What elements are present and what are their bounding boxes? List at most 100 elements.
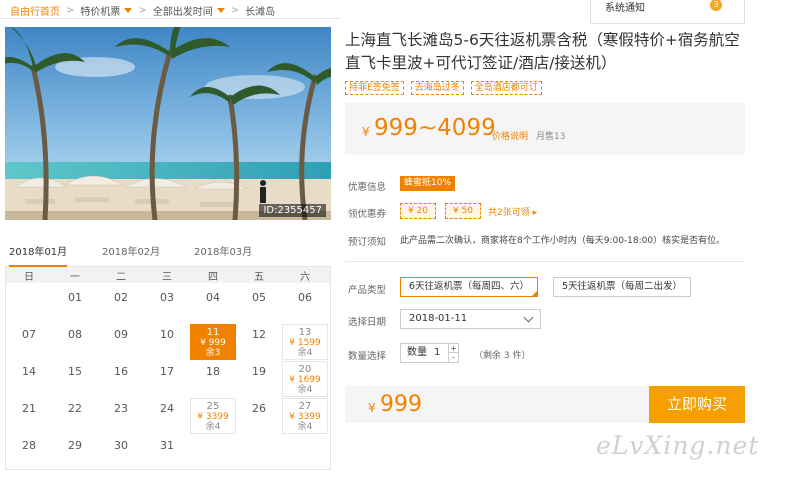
calendar-day-stock: 余4 xyxy=(297,422,313,432)
coupon-50[interactable]: ¥ 50 xyxy=(445,203,481,219)
tab-month-label: 2018年01月 xyxy=(9,247,68,258)
coupon-more-link[interactable]: 共2张可领 ▸ xyxy=(488,205,537,218)
calendar-day-available[interactable]: 13 ¥ 1599 余4 xyxy=(282,324,328,360)
calendar-day: 21 xyxy=(6,398,52,434)
breadcrumb-divider xyxy=(0,18,340,19)
calendar-day-number: 16 xyxy=(114,365,128,378)
price-explain-link[interactable]: 价格说明 xyxy=(492,129,528,142)
breadcrumb-departure-time[interactable]: 全部出发时间 xyxy=(153,3,225,18)
calendar-day: 06 xyxy=(282,287,328,323)
product-type-option-label: 6天往返机票（每周四、六） xyxy=(409,281,530,292)
breadcrumb-flight-deals[interactable]: 特价机票 xyxy=(80,3,133,18)
date-select[interactable]: 2018-01-11 xyxy=(400,309,541,329)
calendar-day: 09 xyxy=(98,324,144,360)
quantity-remaining: （剩余 3 件） xyxy=(474,351,531,361)
calendar-day-number: 26 xyxy=(252,402,266,415)
weekday-label: 一 xyxy=(70,272,80,283)
system-notification-popup[interactable]: 系统通知 3 xyxy=(590,0,745,24)
buy-now-button[interactable]: 立即购买 xyxy=(649,386,745,423)
breadcrumb-separator: > xyxy=(138,4,147,16)
calendar-day: 14 xyxy=(6,361,52,397)
calendar-day: 16 xyxy=(98,361,144,397)
calendar-day: 01 xyxy=(52,287,98,323)
quantity-stepper[interactable]: 数量 1 + - xyxy=(400,343,459,363)
calendar-day-number: 12 xyxy=(252,328,266,341)
calendar-day-number: 31 xyxy=(160,439,174,452)
calendar-day-available[interactable]: 11 ¥ 999 余3 xyxy=(190,324,236,360)
calendar-day-available[interactable]: 25 ¥ 3399 余4 xyxy=(190,398,236,434)
calendar-day: 03 xyxy=(144,287,190,323)
product-type-option-5day[interactable]: 5天往返机票（每周二出发） xyxy=(553,277,692,297)
calendar-day: 31 xyxy=(144,435,190,471)
calendar-day: 07 xyxy=(6,324,52,360)
weekday-label: 二 xyxy=(116,272,126,283)
product-title: 上海直飞长滩岛5-6天往返机票含税（寒假特价+宿务航空直飞卡里波+可代订签证/酒… xyxy=(345,31,740,72)
calendar-day: 19 xyxy=(236,361,282,397)
calendar-day-number: 21 xyxy=(22,402,36,415)
calendar-day: 02 xyxy=(98,287,144,323)
calendar-day-price: ¥ 999 xyxy=(200,338,226,348)
calendar-day-number: 28 xyxy=(22,439,36,452)
calendar-day-price: ¥ 1599 xyxy=(289,338,321,348)
calendar-day-stock: 余3 xyxy=(205,348,221,358)
increment-button[interactable]: + xyxy=(448,344,458,353)
breadcrumb-flight-deals-label: 特价机票 xyxy=(80,6,121,18)
month-tabs: 2018年01月 2018年02月 2018年03月 xyxy=(5,245,331,267)
calendar-day-number: 04 xyxy=(206,291,220,304)
calendar-day-stock: 余4 xyxy=(297,385,313,395)
calendar-day-number: 19 xyxy=(252,365,266,378)
calendar-day-available[interactable]: 27 ¥ 3399 余4 xyxy=(282,398,328,434)
calendar-day-number: 06 xyxy=(298,291,312,304)
decrement-button[interactable]: - xyxy=(448,353,458,362)
calendar-day-number: 29 xyxy=(68,439,82,452)
tab-month-2018-01[interactable]: 2018年01月 xyxy=(9,245,68,267)
calendar-day: 29 xyxy=(52,435,98,471)
total-price-bar: ¥ 999 xyxy=(345,386,649,423)
calendar-day-available[interactable]: 20 ¥ 1699 余4 xyxy=(282,361,328,397)
product-tag: 去海岛过冬 xyxy=(410,81,464,95)
weekday-label: 日 xyxy=(24,272,34,283)
product-tags: 持菲E签免签 去海岛过冬 全岛酒店都可订 xyxy=(345,81,542,95)
calendar-day-number: 10 xyxy=(160,328,174,341)
calendar-day: 05 xyxy=(236,287,282,323)
weekday-label: 四 xyxy=(208,272,218,283)
calendar-day: 12 xyxy=(236,324,282,360)
tab-month-2018-03[interactable]: 2018年03月 xyxy=(194,245,252,266)
price-range: 999~4099 xyxy=(374,115,496,141)
date-select-value: 2018-01-11 xyxy=(409,313,468,324)
calendar-day-stock: 余4 xyxy=(205,422,221,432)
calendar-day: 18 xyxy=(190,361,236,397)
product-tag: 全岛酒店都可订 xyxy=(470,81,542,95)
caret-down-icon xyxy=(124,7,133,13)
calendar-day-number: 17 xyxy=(160,365,174,378)
calendar-day-number: 01 xyxy=(68,291,82,304)
calendar-day-number: 03 xyxy=(160,291,174,304)
notice-label: 预订须知 xyxy=(348,237,387,248)
chevron-down-icon xyxy=(523,312,534,323)
beach-palm-image xyxy=(5,27,331,220)
price-calendar: 日 一 二 三 四 五 六 01 02 03 04 05 06 07 08 09 10 11 ¥ 999 余3 12 1… xyxy=(5,267,331,470)
tab-month-2018-02[interactable]: 2018年02月 xyxy=(102,245,160,266)
product-tag: 持菲E签免签 xyxy=(345,81,404,95)
calendar-day-number: 24 xyxy=(160,402,174,415)
calendar-day: 04 xyxy=(190,287,236,323)
calendar-day-number: 08 xyxy=(68,328,82,341)
tab-month-label: 2018年02月 xyxy=(102,247,161,258)
product-photo[interactable]: ID:2355457 xyxy=(5,27,331,220)
breadcrumb: 自由行首页 > 特价机票 > 全部出发时间 > 长滩岛 xyxy=(10,2,275,18)
product-type-option-6day[interactable]: 6天往返机票（每周四、六） xyxy=(400,277,539,297)
coupon-20[interactable]: ¥ 20 xyxy=(400,203,436,219)
calendar-day-number: 18 xyxy=(206,365,220,378)
booking-notice: 此产品需二次确认，商家将在8个工作小时内（每天9:00-18:00）核实是否有位… xyxy=(400,236,726,246)
calendar-day-number: 05 xyxy=(252,291,266,304)
calendar-day-price: ¥ 3399 xyxy=(197,412,229,422)
section-divider xyxy=(345,261,745,262)
quantity-value[interactable]: 1 xyxy=(434,344,440,362)
calendar-day-number: 22 xyxy=(68,402,82,415)
calendar-day: 22 xyxy=(52,398,98,434)
product-type-option-label: 5天往返机票（每周二出发） xyxy=(562,281,683,292)
breadcrumb-home-link[interactable]: 自由行首页 xyxy=(10,3,60,18)
weekday-header: 日一二三四五六 xyxy=(6,267,330,283)
watermark-logo: eLvXing.net xyxy=(596,431,760,460)
calendar-day-stock: 余4 xyxy=(297,348,313,358)
